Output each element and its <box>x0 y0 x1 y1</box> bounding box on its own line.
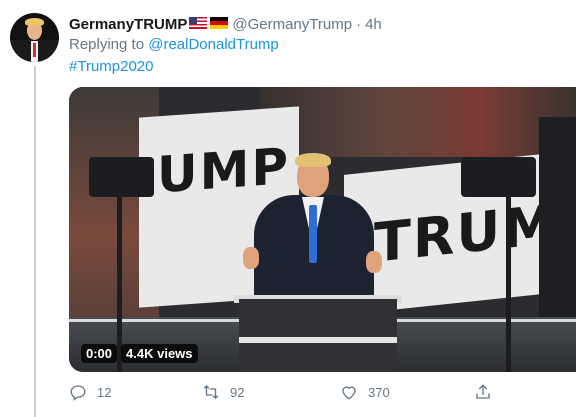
like-count: 370 <box>368 384 390 400</box>
us-flag-icon <box>189 17 208 29</box>
retweet-count: 92 <box>230 384 245 400</box>
replying-to: Replying to @realDonaldTrump <box>69 36 279 53</box>
video-info-badge: 0:00 4.4K views <box>81 343 202 363</box>
reply-count: 12 <box>97 384 112 400</box>
video-player[interactable]: UMP TRUM 0:00 4.4K views <box>69 87 576 372</box>
share-icon <box>476 384 490 399</box>
podium <box>239 299 397 372</box>
view-count: 4.4K views <box>121 343 198 363</box>
heart-icon <box>342 386 356 400</box>
like-button[interactable]: 370 <box>340 381 390 403</box>
teleprompter <box>461 157 536 197</box>
video-duration: 0:00 <box>81 343 118 363</box>
tweet-time[interactable]: 4h <box>365 16 382 33</box>
reply-button[interactable]: 12 <box>69 381 111 403</box>
tweet[interactable]: GermanyTRUMP @GermanyTrump · 4h Replying… <box>0 0 576 417</box>
separator-dot: · <box>356 15 362 33</box>
teleprompter <box>89 157 154 197</box>
retweet-icon <box>203 385 219 399</box>
display-name[interactable]: GermanyTRUMP <box>69 16 187 33</box>
user-handle[interactable]: @GermanyTrump <box>232 16 352 33</box>
thread-line <box>34 66 36 417</box>
video-frame: UMP TRUM <box>69 87 576 372</box>
germany-flag-icon <box>210 17 229 29</box>
hashtag-link[interactable]: #Trump2020 <box>69 58 154 75</box>
avatar[interactable] <box>10 13 59 62</box>
reply-icon <box>70 385 86 401</box>
retweet-button[interactable]: 92 <box>202 381 244 403</box>
replying-to-label: Replying to <box>69 36 149 53</box>
share-button[interactable] <box>474 381 492 403</box>
mention-link[interactable]: @realDonaldTrump <box>148 36 279 53</box>
tweet-header: GermanyTRUMP @GermanyTrump · 4h <box>69 14 382 34</box>
tweet-actions: 12 92 370 <box>69 381 509 403</box>
